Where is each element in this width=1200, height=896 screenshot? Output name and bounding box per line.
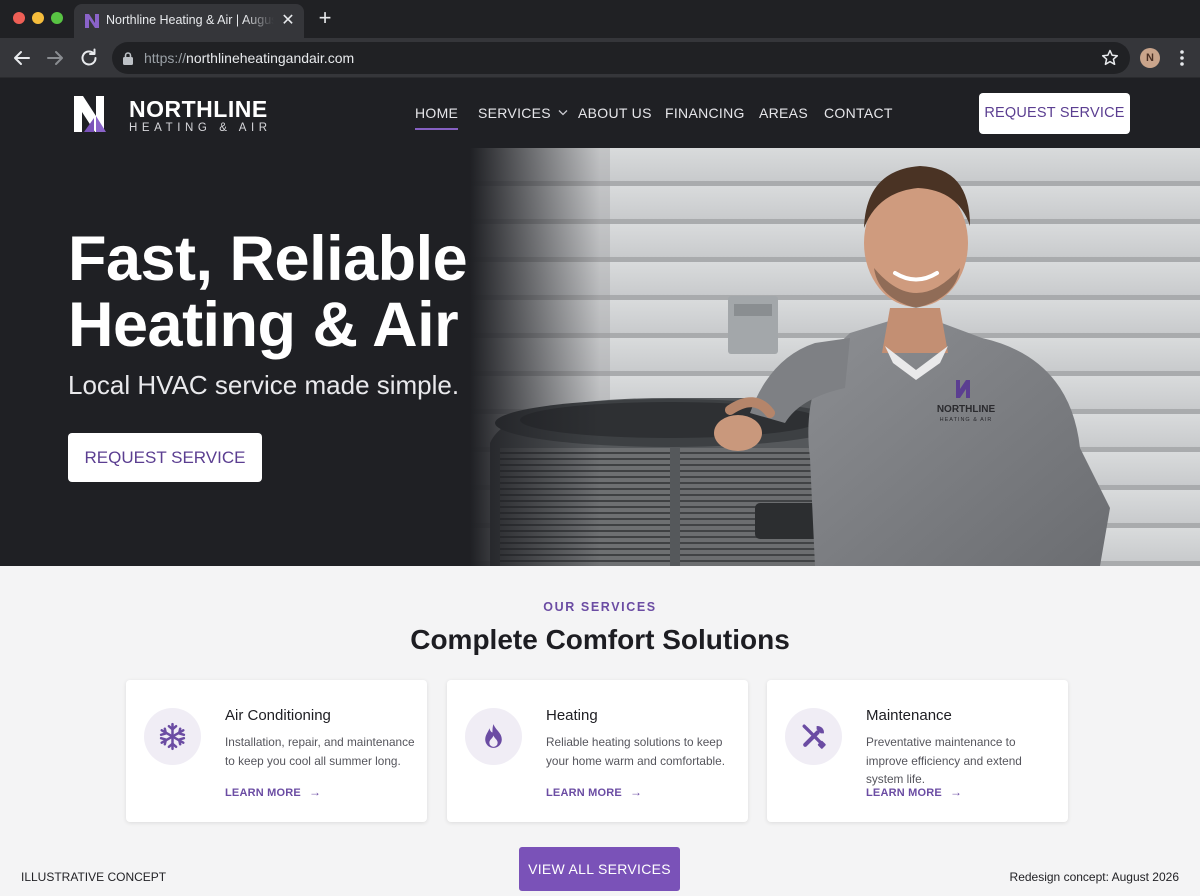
learn-more-label: LEARN MORE xyxy=(866,787,942,799)
maximize-window-button[interactable] xyxy=(51,12,63,24)
arrow-right-icon: → xyxy=(308,785,322,799)
hero-section: NORTHLINE HEATING & AIR Fast, Reliable H… xyxy=(0,148,1200,566)
header-request-service-button[interactable]: REQUEST SERVICE xyxy=(979,93,1130,134)
learn-more-link[interactable]: LEARN MORE → xyxy=(546,785,642,799)
nav-areas[interactable]: AREAS xyxy=(759,105,808,121)
service-card-heating[interactable]: Heating Reliable heating solutions to ke… xyxy=(447,680,748,822)
new-tab-button[interactable]: + xyxy=(314,7,336,31)
site-header: NORTHLINE HEATING & AIR HOME SERVICES AB… xyxy=(0,78,1200,148)
flame-icon xyxy=(485,724,502,748)
hero-gradient-overlay xyxy=(470,148,600,566)
card-icon-badge xyxy=(785,708,842,765)
profile-avatar[interactable]: N xyxy=(1140,48,1160,68)
nav-services-label: SERVICES xyxy=(478,105,551,121)
learn-more-label: LEARN MORE xyxy=(225,787,301,799)
northline-favicon-icon xyxy=(85,14,99,28)
minimize-window-button[interactable] xyxy=(32,12,44,24)
illustrative-concept-note: ILLUSTRATIVE CONCEPT xyxy=(21,870,167,884)
url-text: https://northlineheatingandair.com xyxy=(144,50,355,66)
browser-tab-bar: Northline Heating & Air | August 2026 ✕ … xyxy=(0,0,1200,38)
shirt-logo-text: NORTHLINE xyxy=(937,404,996,415)
nav-services[interactable]: SERVICES xyxy=(478,105,568,121)
card-icon-badge xyxy=(144,708,201,765)
brand-logo[interactable]: NORTHLINE HEATING & AIR xyxy=(72,94,272,134)
learn-more-link[interactable]: LEARN MORE → xyxy=(866,785,962,799)
redesign-date-note: Redesign concept: August 2026 xyxy=(1009,870,1179,884)
services-eyebrow: OUR SERVICES xyxy=(543,600,657,614)
card-title: Air Conditioning xyxy=(225,707,331,724)
brand-tagline: HEATING & AIR xyxy=(129,122,272,134)
nav-financing[interactable]: FINANCING xyxy=(665,105,745,121)
brand-name: NORTHLINE xyxy=(129,96,268,122)
card-icon-badge xyxy=(465,708,522,765)
card-description: Installation, repair, and maintenance to… xyxy=(225,735,415,768)
lock-icon xyxy=(123,52,133,65)
view-all-services-button[interactable]: VIEW ALL SERVICES xyxy=(519,847,680,891)
nav-home[interactable]: HOME xyxy=(415,105,459,130)
hero-subtitle: Local HVAC service made simple. xyxy=(68,370,460,400)
service-card-maintenance[interactable]: Maintenance Preventative maintenance to … xyxy=(767,680,1068,822)
chevron-down-icon xyxy=(558,110,568,116)
more-menu-icon[interactable] xyxy=(1174,46,1190,70)
northline-logo-icon xyxy=(74,96,106,132)
browser-tab[interactable]: Northline Heating & Air | August 2026 ✕ xyxy=(74,4,304,38)
services-title: Complete Comfort Solutions xyxy=(410,624,790,655)
card-description: Reliable heating solutions to keep your … xyxy=(546,735,725,768)
close-window-button[interactable] xyxy=(13,12,25,24)
service-card-air-conditioning[interactable]: Air Conditioning Installation, repair, a… xyxy=(126,680,427,822)
shirt-logo-sub: HEATING & AIR xyxy=(940,417,993,423)
card-title: Heating xyxy=(546,707,598,724)
address-bar[interactable]: https://northlineheatingandair.com xyxy=(112,42,1130,74)
hero-title-line1: Fast, Reliable xyxy=(68,224,468,294)
snowflake-icon xyxy=(159,722,186,751)
hero-request-service-button[interactable]: REQUEST SERVICE xyxy=(68,433,262,482)
tab-close-icon[interactable]: ✕ xyxy=(278,11,298,31)
hero-title-line2: Heating & Air xyxy=(68,290,459,360)
learn-more-link[interactable]: LEARN MORE → xyxy=(225,785,321,799)
hero-title: Fast, Reliable Heating & Air xyxy=(68,224,468,360)
bookmark-star-icon[interactable] xyxy=(1100,48,1120,68)
nav-contact[interactable]: CONTACT xyxy=(824,105,893,121)
tools-icon xyxy=(802,724,826,749)
card-description: Preventative maintenance to improve effi… xyxy=(866,735,1022,786)
tab-title: Northline Heating & Air | August 2026 xyxy=(106,13,274,27)
learn-more-label: LEARN MORE xyxy=(546,787,622,799)
back-arrow-icon[interactable] xyxy=(10,46,34,70)
nav-about-us[interactable]: ABOUT US xyxy=(578,105,652,121)
card-title: Maintenance xyxy=(866,707,952,724)
browser-toolbar: https://northlineheatingandair.com N xyxy=(0,38,1200,78)
arrow-right-icon: → xyxy=(629,785,643,799)
forward-arrow-icon[interactable] xyxy=(43,46,67,70)
reload-icon[interactable] xyxy=(77,46,101,70)
arrow-right-icon: → xyxy=(949,785,963,799)
